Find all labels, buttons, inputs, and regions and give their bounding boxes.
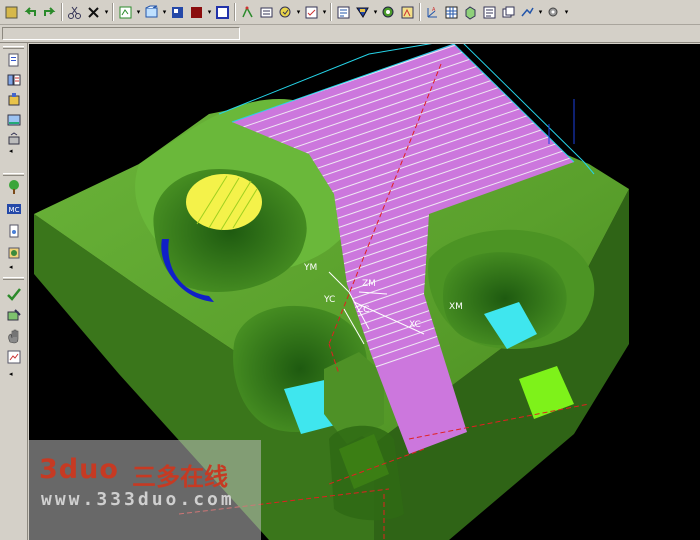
dropdown-arrow-icon[interactable]: ▾ xyxy=(537,4,544,21)
cam-model-view[interactable]: YM YC ZM ZC XM XC xyxy=(29,44,700,540)
program-order-icon[interactable] xyxy=(6,72,22,88)
svg-text:MC: MC xyxy=(9,206,20,214)
toolpath-pass xyxy=(232,44,574,61)
dropdown-arrow-icon[interactable]: ▾ xyxy=(206,4,213,21)
create-operation-icon[interactable] xyxy=(117,4,134,21)
toolbar-separator xyxy=(61,3,63,21)
arrows-icon[interactable] xyxy=(519,4,536,21)
create-geometry-icon[interactable] xyxy=(143,4,160,21)
more-chevron-icon[interactable]: ◂ xyxy=(9,370,13,378)
toolbar-grip[interactable] xyxy=(3,277,24,280)
axis-label-ym: YM xyxy=(303,263,317,273)
toolbar-grip[interactable] xyxy=(3,46,24,49)
tree-icon[interactable] xyxy=(6,179,22,195)
undo-icon[interactable] xyxy=(22,4,39,21)
replay-path-icon[interactable] xyxy=(258,4,275,21)
axis-label-xc: XC xyxy=(409,320,421,330)
dropdown-arrow-icon[interactable]: ▾ xyxy=(372,4,379,21)
redo-icon[interactable] xyxy=(41,4,58,21)
dropdown-arrow-icon[interactable]: ▾ xyxy=(295,4,302,21)
cut-icon[interactable] xyxy=(66,4,83,21)
hand-tool-icon[interactable] xyxy=(6,328,22,344)
prompt-field xyxy=(2,27,240,40)
list-path-icon[interactable] xyxy=(303,4,320,21)
view-icon[interactable] xyxy=(380,4,397,21)
cue-line xyxy=(0,25,700,43)
display-icon[interactable] xyxy=(335,4,352,21)
solid-icon[interactable] xyxy=(462,4,479,21)
fit-icon[interactable] xyxy=(399,4,416,21)
more-chevron-icon[interactable]: ◂ xyxy=(9,263,13,271)
pocket-4 xyxy=(329,425,404,521)
grid-icon[interactable] xyxy=(443,4,460,21)
toolbar-separator xyxy=(234,3,236,21)
axis-label-zm: ZM xyxy=(362,279,376,289)
part-icon[interactable] xyxy=(6,223,22,239)
toolbar-separator xyxy=(330,3,332,21)
svg-text:A: A xyxy=(432,7,436,13)
dropdown-arrow-icon[interactable]: ▾ xyxy=(321,4,328,21)
blank-icon[interactable] xyxy=(6,245,22,261)
home-icon[interactable] xyxy=(3,4,20,21)
create-method-icon[interactable] xyxy=(169,4,186,21)
main-toolbar: ▾ ▾ ▾ ▾ ▾ ▾ ▾ A ▾ ▾ xyxy=(0,0,700,25)
dropdown-arrow-icon[interactable]: ▾ xyxy=(135,4,142,21)
object-display-icon[interactable] xyxy=(6,349,22,365)
shading-icon[interactable] xyxy=(354,4,371,21)
settings-icon[interactable] xyxy=(545,4,562,21)
edit-object-icon[interactable] xyxy=(6,307,22,323)
navigator-icon[interactable] xyxy=(6,52,22,68)
dropdown-arrow-icon[interactable]: ▾ xyxy=(563,4,570,21)
geometry-view-icon[interactable] xyxy=(6,112,22,128)
axis-label-zc: ZC xyxy=(357,305,369,315)
create-tool-icon[interactable] xyxy=(188,4,205,21)
toolpath-retracts xyxy=(548,99,575,144)
check-geometry-icon[interactable] xyxy=(6,286,22,302)
toolbar-separator xyxy=(419,3,421,21)
window-icon[interactable] xyxy=(500,4,517,21)
create-program-icon[interactable] xyxy=(214,4,231,21)
axis-icon[interactable]: A xyxy=(424,4,441,21)
dropdown-arrow-icon[interactable]: ▾ xyxy=(103,4,110,21)
machine-tool-icon[interactable] xyxy=(6,92,22,108)
dropdown-arrow-icon[interactable]: ▾ xyxy=(161,4,168,21)
more-chevron-icon[interactable]: ◂ xyxy=(9,147,13,155)
left-toolbar: ◂ MC ◂ ◂ xyxy=(0,43,28,540)
delete-icon[interactable] xyxy=(85,4,102,21)
axis-label-xm: XM xyxy=(449,302,463,312)
toolbar-grip[interactable] xyxy=(3,173,24,176)
document-icon[interactable] xyxy=(481,4,498,21)
work-coordinate-icon[interactable]: MC xyxy=(6,201,22,217)
graphics-window[interactable]: YM YC ZM ZC XM XC 3duo 三多在线 www.333duo.c… xyxy=(29,44,700,540)
verify-path-icon[interactable] xyxy=(277,4,294,21)
axis-label-yc: YC xyxy=(323,295,335,305)
toolbar-separator xyxy=(112,3,114,21)
method-view-icon[interactable] xyxy=(6,132,22,148)
generate-path-icon[interactable] xyxy=(239,4,256,21)
